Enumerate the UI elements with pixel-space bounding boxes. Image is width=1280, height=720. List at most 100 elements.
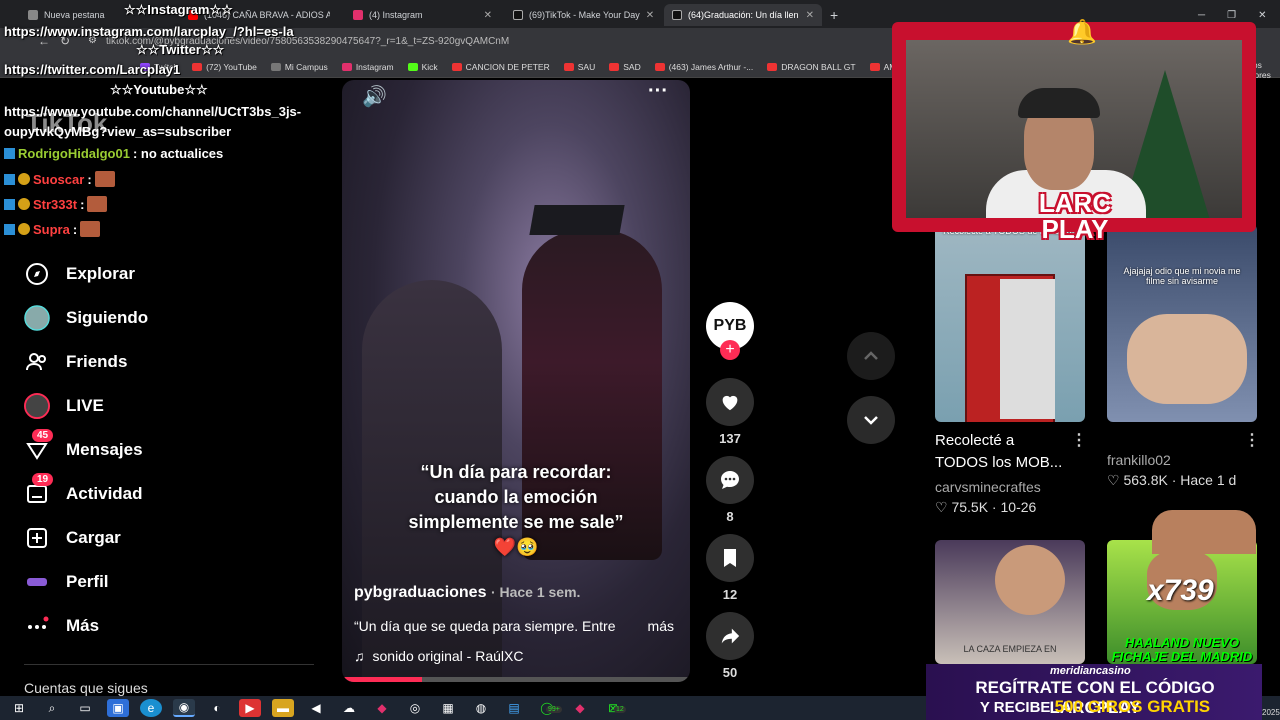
steam-icon[interactable]: ☁ — [338, 699, 360, 717]
profile-icon — [24, 569, 50, 595]
description-text: “Un día que se queda para siempre. Entre — [354, 618, 616, 634]
nav-divider — [24, 664, 314, 665]
nav-mensajes[interactable]: 45 Mensajes — [24, 429, 143, 463]
volume-icon[interactable]: 🔊 — [362, 84, 387, 109]
media-player-icon[interactable]: ▶ — [239, 699, 261, 717]
close-window-icon[interactable]: ✕ — [1258, 10, 1266, 21]
more-options-icon[interactable]: ··· — [648, 80, 668, 103]
bookmark-youtube[interactable]: (72) YouTube — [192, 62, 257, 72]
logo-line: PLAY — [1041, 214, 1109, 244]
close-tab-icon[interactable]: ✕ — [806, 10, 814, 21]
tab-instagram[interactable]: (4) Instagram ✕ — [345, 4, 500, 26]
nav-label: Mensajes — [66, 440, 143, 459]
bookmark-james-arthur[interactable]: (463) James Arthur -... — [654, 62, 753, 72]
nav-siguiendo[interactable]: Siguiendo — [24, 305, 148, 331]
recommendation-title[interactable]: Recolecté a TODOS los MOB... — [935, 430, 1065, 474]
nav-live[interactable]: LIVE — [24, 393, 104, 419]
whatsapp-icon[interactable]: ◯99+ — [536, 699, 562, 717]
bookmark-label: SAD — [623, 61, 641, 72]
recommendation-thumbnail[interactable]: Ajajajaj odio que mi novia me filme sin … — [1107, 224, 1257, 422]
minimize-icon[interactable]: ─ — [1198, 10, 1205, 21]
nav-perfil[interactable]: Perfil — [24, 569, 109, 595]
bookmark-sau[interactable]: SAU — [563, 62, 595, 72]
app-icon[interactable]: ◀ — [305, 699, 327, 717]
video-sound[interactable]: ♫ sonido original - RaúlXC — [354, 648, 523, 664]
tab-label: (69)TikTok - Make Your Day — [529, 10, 640, 20]
maximize-icon[interactable]: ❐ — [1227, 10, 1236, 21]
new-tab-button[interactable]: + — [822, 4, 842, 26]
next-video-button[interactable] — [847, 396, 895, 444]
nav-label: Friends — [66, 352, 128, 371]
bookmark-peter[interactable]: CANCION DE PETER — [451, 62, 550, 72]
heart-outline-icon: ♡ — [1107, 472, 1120, 488]
more-options-icon[interactable]: ⋮ — [1244, 430, 1260, 450]
store-icon[interactable]: ▣ — [107, 699, 129, 717]
more-link[interactable]: más — [648, 618, 674, 634]
task-view-icon[interactable]: ▭ — [74, 699, 96, 717]
recommendation-thumbnail[interactable]: Recolecté a TODOS de Minecraft — [935, 224, 1085, 422]
streamer-cap — [1018, 88, 1100, 118]
close-tab-icon[interactable]: ✕ — [484, 10, 492, 21]
bookmark-instagram[interactable]: Instagram — [341, 62, 394, 72]
nav-actividad[interactable]: 19 Actividad — [24, 473, 143, 507]
app-icon[interactable]: ◆ — [371, 699, 393, 717]
bookmark-sad[interactable]: SAD — [609, 61, 641, 72]
recommendation-thumbnail[interactable]: x739 HAALAND NUEVO FICHAJE DEL MADRID — [1107, 540, 1257, 664]
tiktok-logo: TikTok — [26, 108, 108, 138]
bookmark-campus[interactable]: Mi Campus — [270, 62, 328, 72]
globe-icon — [270, 62, 281, 71]
chat-message: Str333t : — [4, 196, 108, 212]
notification-badge: 99+ — [546, 706, 562, 713]
calculator-icon[interactable]: ▦ — [437, 699, 459, 717]
nav-friends[interactable]: Friends — [24, 349, 127, 375]
like-button[interactable] — [706, 378, 754, 426]
recommendation-meta: ♡ 563.8K · Hace 1 d — [1107, 472, 1237, 488]
app-icon[interactable]: ◎ — [404, 699, 426, 717]
nav-label: LIVE — [66, 396, 104, 415]
nav-cargar[interactable]: Cargar — [24, 525, 121, 551]
search-icon[interactable]: ⌕ — [41, 699, 63, 717]
instagram-icon — [353, 10, 363, 20]
nav-mas[interactable]: Más — [24, 613, 99, 639]
video-caption: “Un día para recordar: cuando la emoción… — [342, 460, 690, 560]
file-explorer-icon[interactable]: ▬ — [272, 699, 294, 717]
edge-icon[interactable]: e — [140, 699, 162, 717]
comment-button[interactable] — [706, 456, 754, 504]
video-author[interactable]: pybgraduaciones · Hace 1 sem. — [354, 584, 580, 602]
windows-start-icon[interactable]: ⊞ — [8, 699, 30, 717]
previous-video-button[interactable] — [847, 332, 895, 380]
heart-icon — [722, 395, 738, 411]
recommendation-meta: ♡ 75.5K · 10-26 — [935, 499, 1037, 515]
bells-icon: 🔔 — [1067, 19, 1097, 46]
title-line: TODOS los MOB... — [935, 454, 1063, 471]
more-options-icon[interactable]: ⋮ — [1071, 430, 1087, 450]
close-tab-icon[interactable]: ✕ — [646, 10, 654, 21]
nav-explorar[interactable]: Explorar — [24, 261, 135, 287]
author-name[interactable]: pybgraduaciones — [354, 584, 486, 601]
obs-icon[interactable]: ◍ — [470, 699, 492, 717]
recommendation-user[interactable]: frankillo02 — [1107, 452, 1171, 468]
progress-bar[interactable] — [342, 677, 423, 682]
tab-tiktok-video[interactable]: (64)Graduación: Un día llen ✕ — [664, 4, 822, 26]
prime-badge-icon — [4, 223, 15, 235]
tab-label: Nueva pestana — [44, 10, 105, 20]
share-button[interactable] — [706, 612, 754, 660]
post-time: · Hace 1 sem. — [490, 584, 581, 600]
video-player[interactable]: 🔊 ··· “Un día para recordar: cuando la e… — [342, 80, 690, 682]
app-icon[interactable]: ◆ — [569, 699, 591, 717]
caption-line: cuando la emoción — [434, 487, 598, 507]
app-icon[interactable]: ▤ — [503, 699, 525, 717]
chevron-up-icon — [864, 351, 878, 360]
recommendation-thumbnail[interactable]: LA CAZA EMPIEZA EN — [935, 540, 1085, 664]
chat-text: : — [72, 221, 78, 237]
bookmark-dragon-ball[interactable]: DRAGON BALL GT — [767, 62, 856, 72]
bookmark-kick[interactable]: Kick — [407, 62, 438, 72]
recommendation-user[interactable]: carvsminecraftes — [935, 479, 1041, 495]
streamer-logo: LARC PLAY — [1005, 190, 1145, 242]
chrome-icon[interactable]: ◉ — [173, 699, 195, 717]
xbox-icon[interactable]: ⊠ 12 — [602, 699, 626, 717]
follow-button[interactable]: + — [720, 340, 740, 360]
save-button[interactable] — [706, 534, 754, 582]
discord-icon[interactable]: ◐ — [206, 699, 228, 717]
tab-tiktok-home[interactable]: (69)TikTok - Make Your Day ✕ — [505, 4, 660, 26]
